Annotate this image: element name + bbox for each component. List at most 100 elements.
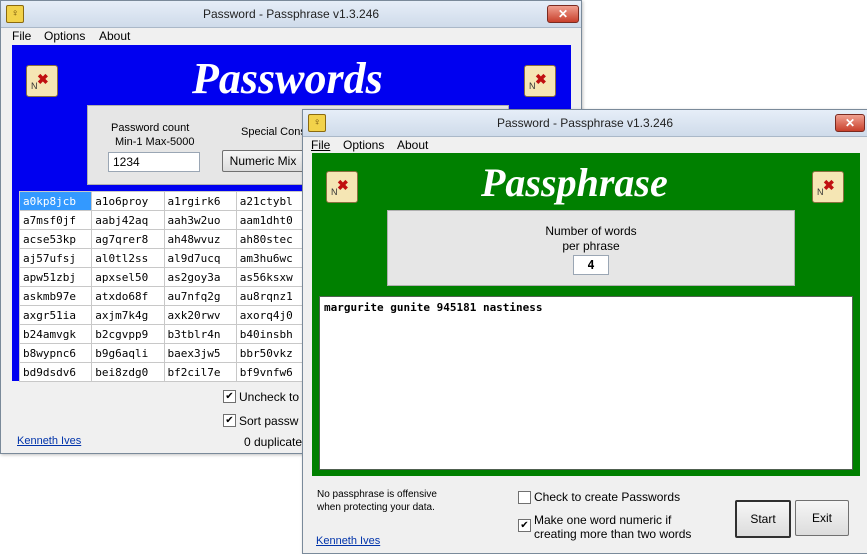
words-label-1: Number of words <box>545 224 637 238</box>
password-cell[interactable]: b24amvgk <box>18 324 93 344</box>
password-range-label: Min-1 Max-5000 <box>115 136 195 148</box>
author-link[interactable]: Kenneth Ives <box>316 535 380 547</box>
password-cell[interactable]: al9d7ucq <box>163 248 237 268</box>
exit-button[interactable]: Exit <box>795 500 849 536</box>
password-cell[interactable]: aah3w2uo <box>163 210 237 230</box>
passphrase-banner: ✖ N ✖ N Passphrase Number of words per phr… <box>312 153 860 476</box>
password-cell[interactable]: axorq4j0 <box>235 305 310 325</box>
offensive-note-1: No passphrase is offensive <box>317 489 437 500</box>
table-row: bd9dsdv6 bei8zdg0 bf2cil7e bf9vnfw6 <box>18 362 310 382</box>
passwords-titlebar[interactable]: ♀ Password - Passphrase v1.3.246 ✕ <box>1 1 581 28</box>
password-cell[interactable]: a21ctybl <box>235 191 310 211</box>
sort-checkbox[interactable]: ✔ <box>223 414 236 427</box>
start-button[interactable]: Start <box>735 500 791 538</box>
password-cell[interactable]: b3tblr4n <box>163 324 237 344</box>
password-cell[interactable]: as2goy3a <box>163 267 237 287</box>
author-link[interactable]: Kenneth Ives <box>17 435 81 447</box>
password-cell[interactable]: bf2cil7e <box>163 362 237 382</box>
menu-file[interactable]: File <box>311 138 330 152</box>
password-cell[interactable]: a0kp8jcb <box>18 191 93 211</box>
table-row: askmb97e atxdo68f au7nfq2g au8rqnz1 <box>18 286 310 306</box>
passwords-banner-title: Passwords <box>192 54 383 103</box>
password-cell[interactable]: a1o6proy <box>91 191 165 211</box>
table-row: apw51zbj apxsel50 as2goy3a as56ksxw <box>18 267 310 287</box>
password-cell[interactable]: aj57ufsj <box>18 248 93 268</box>
password-cell[interactable]: bf9vnfw6 <box>235 362 310 382</box>
password-count-label: Password count <box>111 122 190 134</box>
close-icon[interactable]: ✕ <box>835 114 865 132</box>
password-cell[interactable]: au7nfq2g <box>163 286 237 306</box>
words-label-2: per phrase <box>562 239 620 253</box>
password-cell[interactable]: axjm7k4g <box>91 305 165 325</box>
table-row: b8wypnc6 b9g6aqli baex3jw5 bbr50vkz <box>18 343 310 363</box>
passwords-window-title: Password - Passphrase v1.3.246 <box>202 7 380 21</box>
menu-options[interactable]: Options <box>343 138 384 152</box>
passphrase-banner-title: Passphrase <box>481 160 668 205</box>
treasure-map-icon: ✖ N <box>524 65 556 97</box>
special-label: Special Cons <box>241 126 306 138</box>
password-cell[interactable]: b8wypnc6 <box>18 343 93 363</box>
password-cell[interactable]: axgr51ia <box>18 305 93 325</box>
table-row: b24amvgk b2cgvpp9 b3tblr4n b40insbh <box>18 324 310 344</box>
passphrase-output[interactable]: margurite gunite 945181 nastiness <box>319 296 853 470</box>
numeric-word-label-1: Make one word numeric if <box>534 513 672 527</box>
create-passwords-label: Check to create Passwords <box>534 490 681 504</box>
password-cell[interactable]: a1rgirk6 <box>163 191 237 211</box>
password-cell[interactable]: axk20rwv <box>163 305 237 325</box>
password-grid: a0kp8jcb a1o6proy a1rgirk6 a21ctybl a7msf0jf… <box>18 191 310 382</box>
password-cell[interactable]: acse53kp <box>18 229 93 249</box>
menu-options[interactable]: Options <box>44 29 85 43</box>
numeric-word-label-2: creating more than two words <box>534 527 692 541</box>
password-cell[interactable]: aabj42aq <box>91 210 165 230</box>
password-cell[interactable]: atxdo68f <box>91 286 165 306</box>
table-row: a0kp8jcb a1o6proy a1rgirk6 a21ctybl <box>18 191 310 211</box>
table-row: aj57ufsj al0tl2ss al9d7ucq am3hu6wc <box>18 248 310 268</box>
password-cell[interactable]: b9g6aqli <box>91 343 165 363</box>
password-count-input[interactable]: 1234 <box>108 152 200 172</box>
password-cell[interactable]: baex3jw5 <box>163 343 237 363</box>
password-cell[interactable]: aam1dht0 <box>235 210 310 230</box>
words-count-input[interactable]: 4 <box>573 255 609 275</box>
numeric-word-checkbox[interactable]: ✔ <box>518 519 531 532</box>
menu-about[interactable]: About <box>397 138 428 152</box>
password-cell[interactable]: apw51zbj <box>18 267 93 287</box>
passphrase-menubar: File Options About <box>303 136 867 154</box>
duplicates-count: 0 duplicate <box>244 435 303 449</box>
create-passwords-checkbox[interactable] <box>518 491 531 504</box>
menu-about[interactable]: About <box>99 29 130 43</box>
word-count-panel: Number of words per phrase 4 <box>387 210 795 286</box>
password-cell[interactable]: bd9dsdv6 <box>18 362 93 382</box>
password-cell[interactable]: bbr50vkz <box>235 343 310 363</box>
passphrase-window-title: Password - Passphrase v1.3.246 <box>496 116 674 130</box>
treasure-map-icon: ✖ N <box>326 171 358 203</box>
numeric-mix-select[interactable]: Numeric Mix <box>222 150 304 172</box>
password-cell[interactable]: am3hu6wc <box>235 248 310 268</box>
uncheck-label: Uncheck to <box>239 390 300 404</box>
treasure-map-icon: ✖ N <box>812 171 844 203</box>
table-row: axgr51ia axjm7k4g axk20rwv axorq4j0 <box>18 305 310 325</box>
passwords-menubar: File Options About <box>1 27 581 45</box>
password-cell[interactable]: bei8zdg0 <box>91 362 165 382</box>
password-cell[interactable]: askmb97e <box>18 286 93 306</box>
password-cell[interactable]: b2cgvpp9 <box>91 324 165 344</box>
password-cell[interactable]: ah48wvuz <box>163 229 237 249</box>
password-cell[interactable]: as56ksxw <box>235 267 310 287</box>
password-cell[interactable]: b40insbh <box>235 324 310 344</box>
password-cell[interactable]: ag7qrer8 <box>91 229 165 249</box>
password-cell[interactable]: ah80stec <box>235 229 310 249</box>
passphrase-titlebar[interactable]: ♀ Password - Passphrase v1.3.246 ✕ <box>303 110 867 137</box>
close-icon[interactable]: ✕ <box>547 5 579 23</box>
password-cell[interactable]: a7msf0jf <box>18 210 93 230</box>
passphrase-window: ♀ Password - Passphrase v1.3.246 ✕ File … <box>302 109 867 554</box>
table-row: a7msf0jf aabj42aq aah3w2uo aam1dht0 <box>18 210 310 230</box>
treasure-map-icon: ✖ N <box>26 65 58 97</box>
sort-label: Sort passw <box>239 414 299 428</box>
password-cell[interactable]: au8rqnz1 <box>235 286 310 306</box>
menu-file[interactable]: File <box>12 29 31 43</box>
passphrase-text: margurite gunite 945181 nastiness <box>324 301 543 314</box>
offensive-note-2: when protecting your data. <box>317 502 435 513</box>
password-cell[interactable]: al0tl2ss <box>91 248 165 268</box>
password-cell[interactable]: apxsel50 <box>91 267 165 287</box>
table-row: acse53kp ag7qrer8 ah48wvuz ah80stec <box>18 229 310 249</box>
uncheck-checkbox[interactable]: ✔ <box>223 390 236 403</box>
